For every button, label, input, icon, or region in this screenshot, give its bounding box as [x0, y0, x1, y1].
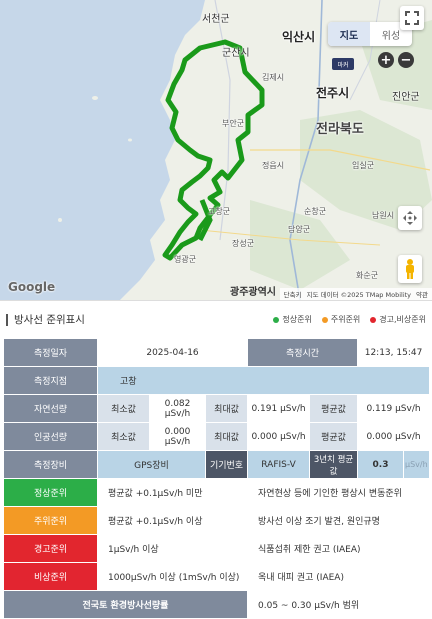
level-row-emergency: 비상준위 1000µSv/h 이상 (1mSv/h 이상) 옥내 대피 권고 (…: [3, 562, 431, 591]
artificial-min-value: 0.000 µSv/h: [149, 422, 206, 451]
artificial-avg-label: 평균값: [309, 422, 359, 451]
level-row-normal: 정상준위 평균값 +0.1µSv/h 미만 자연현상 등에 기인한 평상시 변동…: [3, 478, 431, 507]
artificial-min-label: 최소값: [97, 422, 150, 451]
location-label: 측정지점: [3, 366, 98, 395]
artificial-max-value: 0.000 µSv/h: [247, 422, 311, 451]
device-no-value: RAFIS-V: [247, 450, 311, 479]
level-attention-criteria: 평균값 +0.1µSv/h 이상: [96, 506, 249, 535]
table-row: 자연선량 최소값 0.082 µSv/h 최대값 0.191 µSv/h 평균값…: [3, 394, 431, 423]
legend-normal: 정상준위: [273, 314, 312, 325]
map-label-jeongeup: 정읍시: [262, 161, 285, 170]
legend-attention: 주위준위: [321, 314, 361, 325]
map-label-jinan: 진안군: [392, 92, 420, 103]
time-value: 12:13, 15:47: [357, 338, 431, 367]
level-warning-name: 경고준위: [3, 534, 98, 563]
natural-min-value: 0.082 µSv/h: [149, 394, 206, 423]
natural-max-value: 0.191 µSv/h: [247, 394, 311, 423]
legend-warning-label: 경고,비상준위: [379, 315, 426, 324]
pegman-icon: [406, 259, 414, 279]
level-row-warning: 경고준위 1µSv/h 이상 식품섭취 제한 권고 (IAEA): [3, 534, 431, 563]
map-label-iksan: 익산시: [282, 30, 316, 44]
title-bar-mark: [6, 313, 8, 326]
date-value: 2025-04-16: [96, 338, 249, 367]
artificial-max-label: 최대값: [204, 422, 249, 451]
table-row: 측정장비 GPS장비 기기번호 RAFIS-V 3년치 평균값 0.3 µSv/…: [3, 450, 431, 479]
level-normal-name: 정상준위: [3, 478, 98, 507]
natural-min-label: 최소값: [97, 394, 150, 423]
map-type-map-button[interactable]: 지도: [328, 22, 370, 46]
zoom-in-button[interactable]: +: [378, 52, 394, 68]
terms-link[interactable]: 약관: [416, 289, 428, 299]
legend-warning: 경고,비상준위: [370, 314, 426, 325]
time-label: 측정시간: [247, 338, 359, 367]
map-label-seocheon: 서천군: [202, 14, 230, 25]
map-label-gochang: 고창군: [208, 207, 231, 216]
level-emergency-description: 옥내 대피 권고 (IAEA): [247, 562, 431, 591]
section-title-text: 방사선 준위표시: [14, 314, 85, 326]
move-icon: [403, 211, 417, 225]
three-year-avg-value: 0.3: [357, 450, 405, 479]
natural-avg-label: 평균값: [309, 394, 359, 423]
fullscreen-button[interactable]: [400, 6, 424, 30]
level-emergency-criteria: 1000µSv/h 이상 (1mSv/h 이상): [96, 562, 249, 591]
level-attention-description: 방사선 이상 조기 발견, 원인규명: [247, 506, 431, 535]
map-label-gwangju: 광주광역시: [230, 287, 276, 298]
map-label-gunsan: 군산시: [222, 48, 250, 59]
equipment-value: GPS장비: [97, 450, 206, 479]
map-label-imsil: 임실군: [352, 161, 375, 170]
section-title: 방사선 준위표시: [6, 312, 85, 327]
table-row: 인공선량 최소값 0.000 µSv/h 최대값 0.000 µSv/h 평균값…: [3, 422, 431, 451]
legend-normal-dot: [273, 316, 280, 323]
measurement-table: 측정일자 2025-04-16 측정시간 12:13, 15:47 측정지점 고…: [2, 338, 431, 619]
legend-warning-dot: [370, 316, 377, 323]
marker-label[interactable]: 마커: [332, 58, 354, 70]
map-pan-button[interactable]: [398, 206, 422, 230]
street-view-button[interactable]: [398, 255, 422, 283]
map-label-jangseong: 장성군: [232, 239, 255, 248]
map-attribution: 단축키 지도 데이터 ©2025 TMap Mobility 약관: [279, 288, 432, 300]
natural-dose-label: 자연선량: [3, 394, 98, 423]
map-label-hwasun: 화순군: [356, 271, 379, 280]
level-row-attention: 주위준위 평균값 +0.1µSv/h 이상 방사선 이상 조기 발견, 원인규명: [3, 506, 431, 535]
device-no-label: 기기번호: [204, 450, 249, 479]
fullscreen-icon: [405, 11, 419, 25]
table-row: 측정지점 고창: [3, 366, 431, 395]
legend-attention-dot: [321, 316, 328, 323]
map-label-gimje: 김제시: [262, 73, 285, 82]
map-label-yeonggwang: 영광군: [174, 255, 197, 264]
equipment-label: 측정장비: [3, 450, 98, 479]
three-year-avg-unit: µSv/h: [403, 450, 431, 479]
map-label-jeonju: 전주시: [316, 86, 350, 100]
artificial-dose-label: 인공선량: [3, 422, 98, 451]
map-label-namwon: 남원시: [372, 211, 395, 220]
map-view[interactable]: 서천군 익산시 군산시 전주시 전라북도 진안군 부안군 김제시 임실군 정읍시…: [0, 0, 432, 300]
natural-avg-value: 0.119 µSv/h: [357, 394, 431, 423]
level-legend: 정상준위 주위준위 경고,비상준위: [273, 314, 426, 325]
section-header: 방사선 준위표시 정상준위 주위준위 경고,비상준위: [0, 300, 432, 338]
map-label-buan: 부안군: [222, 119, 245, 128]
level-normal-description: 자연현상 등에 기인한 평상시 변동준위: [247, 478, 431, 507]
date-label: 측정일자: [3, 338, 98, 367]
level-normal-criteria: 평균값 +0.1µSv/h 미만: [96, 478, 249, 507]
map-label-jeonbuk: 전라북도: [316, 122, 364, 137]
level-warning-description: 식품섭취 제한 권고 (IAEA): [247, 534, 431, 563]
table-row: 측정일자 2025-04-16 측정시간 12:13, 15:47: [3, 338, 431, 367]
location-value: 고창: [96, 366, 431, 395]
map-data-text: 지도 데이터 ©2025 TMap Mobility: [306, 291, 412, 299]
map-label-damyang: 담양군: [288, 225, 311, 234]
natural-max-label: 최대값: [204, 394, 249, 423]
artificial-avg-value: 0.000 µSv/h: [357, 422, 431, 451]
keyboard-shortcuts-link[interactable]: 단축키: [284, 289, 302, 299]
zoom-out-button[interactable]: −: [398, 52, 414, 68]
three-year-avg-label: 3년치 평균값: [309, 450, 359, 479]
legend-normal-label: 정상준위: [282, 315, 312, 324]
google-logo: Google: [8, 280, 56, 294]
map-label-sunchang: 순창군: [304, 207, 327, 216]
level-warning-criteria: 1µSv/h 이상: [96, 534, 249, 563]
level-emergency-name: 비상준위: [3, 562, 98, 591]
level-attention-name: 주위준위: [3, 506, 98, 535]
legend-attention-label: 주위준위: [330, 315, 361, 324]
